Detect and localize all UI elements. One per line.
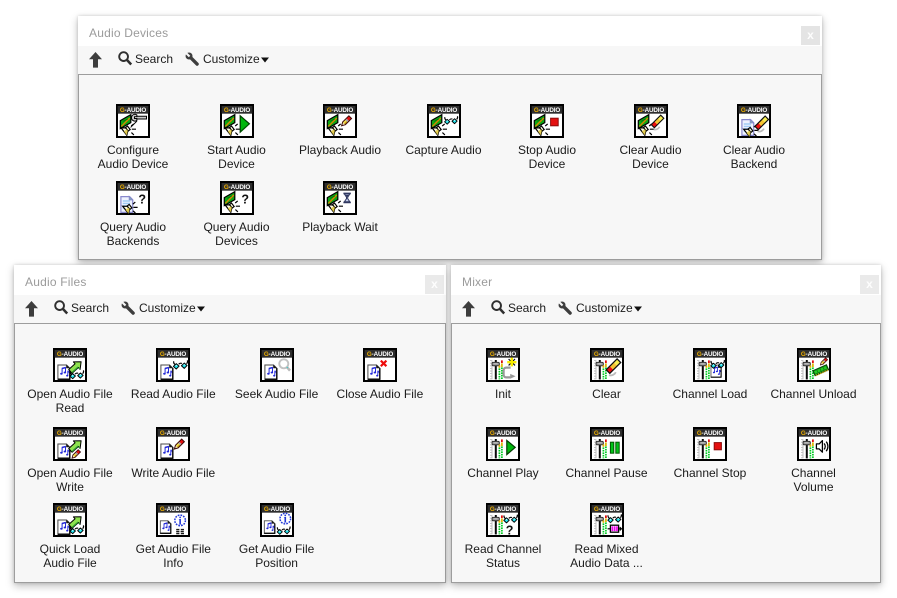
svg-text:?: ?: [506, 523, 514, 537]
svg-text:?: ?: [138, 192, 146, 206]
svg-text:G-AUDIO: G-AUDIO: [367, 351, 393, 358]
svg-text:G-AUDIO: G-AUDIO: [741, 107, 767, 114]
svg-text:G-AUDIO: G-AUDIO: [327, 184, 353, 191]
svg-text:G-AUDIO: G-AUDIO: [223, 184, 249, 191]
svg-text:G-AUDIO: G-AUDIO: [593, 506, 619, 513]
svg-text:G-AUDIO: G-AUDIO: [120, 184, 146, 191]
svg-text:G-AUDIO: G-AUDIO: [800, 430, 826, 437]
svg-text:G-AUDIO: G-AUDIO: [430, 107, 456, 114]
svg-text:G-AUDIO: G-AUDIO: [160, 430, 186, 437]
svg-text:G-AUDIO: G-AUDIO: [223, 107, 249, 114]
svg-text:G-AUDIO: G-AUDIO: [593, 430, 619, 437]
svg-text:G-AUDIO: G-AUDIO: [160, 506, 186, 513]
svg-text:G-AUDIO: G-AUDIO: [490, 506, 516, 513]
svg-text:G-AUDIO: G-AUDIO: [263, 351, 289, 358]
svg-text:G-AUDIO: G-AUDIO: [57, 430, 83, 437]
svg-text:G-AUDIO: G-AUDIO: [490, 430, 516, 437]
svg-text:G-AUDIO: G-AUDIO: [57, 351, 83, 358]
svg-text:G-AUDIO: G-AUDIO: [263, 506, 289, 513]
svg-text:G-AUDIO: G-AUDIO: [490, 351, 516, 358]
svg-text:?: ?: [241, 192, 249, 206]
svg-text:G-AUDIO: G-AUDIO: [160, 351, 186, 358]
svg-text:G-AUDIO: G-AUDIO: [697, 430, 723, 437]
svg-text:G-AUDIO: G-AUDIO: [800, 351, 826, 358]
svg-text:G-AUDIO: G-AUDIO: [534, 107, 560, 114]
svg-text:G-AUDIO: G-AUDIO: [327, 107, 353, 114]
svg-text:G-AUDIO: G-AUDIO: [593, 351, 619, 358]
svg-text:G-AUDIO: G-AUDIO: [637, 107, 663, 114]
svg-text:G-AUDIO: G-AUDIO: [120, 107, 146, 114]
svg-text:G-AUDIO: G-AUDIO: [697, 351, 723, 358]
svg-text:G-AUDIO: G-AUDIO: [57, 506, 83, 513]
